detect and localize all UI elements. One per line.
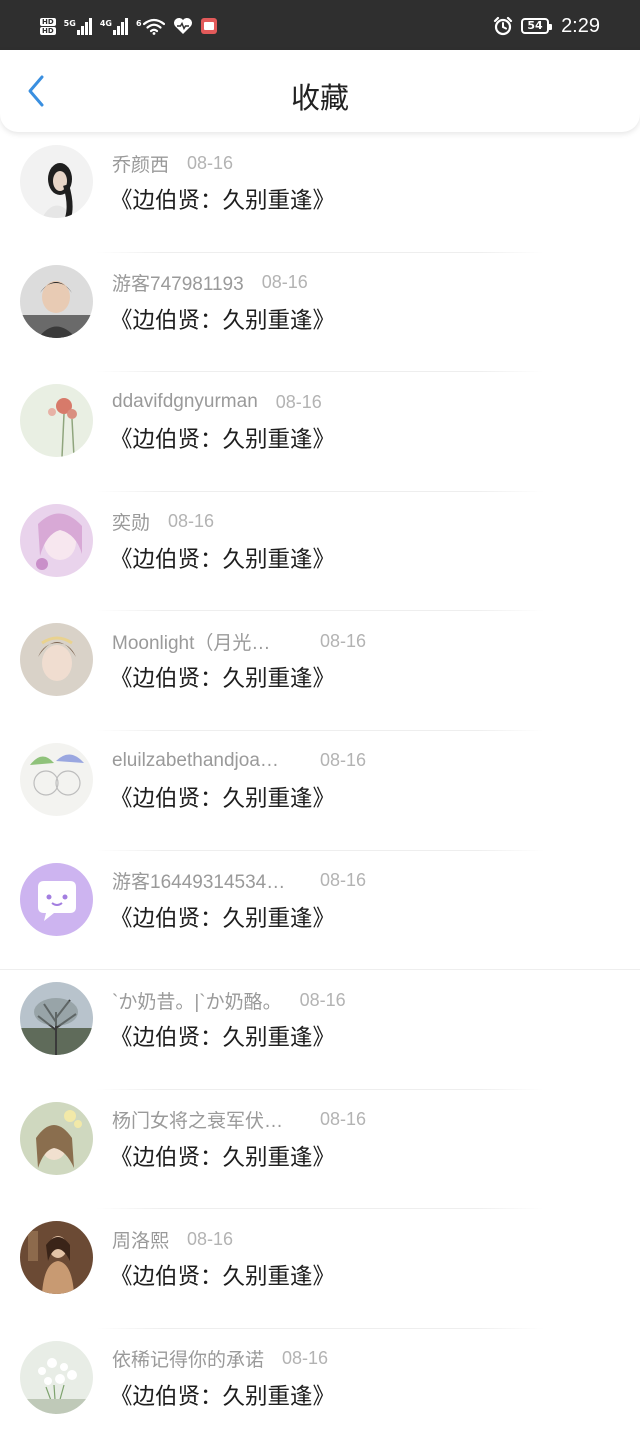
date: 08-16 <box>187 1228 234 1249</box>
book-title[interactable]: 《边伯贤：久别重逢》 <box>110 1379 335 1411</box>
hd-badge: HD <box>40 17 56 26</box>
username: Moonlight（月光… <box>112 632 271 654</box>
list-item[interactable]: 依稀记得你的承诺 08-16 《边伯贤：久别重逢》 <box>0 1329 640 1449</box>
book-title[interactable]: 《边伯贤：久别重逢》 <box>110 542 335 574</box>
date: 08-16 <box>299 989 346 1010</box>
book-title[interactable]: 《边伯贤：久别重逢》 <box>110 661 335 693</box>
date: 08-16 <box>261 272 308 293</box>
status-right: 54 2:29 <box>493 14 600 38</box>
avatar[interactable] <box>20 742 93 816</box>
status-left: HD HD 5G 4G 6 <box>40 14 217 38</box>
favorites-list: 乔颜西 08-16 《边伯贤：久别重逢》 游客747981193 08-16 《… <box>0 133 640 1449</box>
list-item[interactable]: 杨门女将之衰军伏… 08-16 《边伯贤：久别重逢》 <box>0 1090 640 1210</box>
date: 08-16 <box>168 511 215 532</box>
username: ddavifdgnyurman <box>112 391 258 413</box>
book-title[interactable]: 《边伯贤：久别重逢》 <box>110 901 335 933</box>
date: 08-16 <box>320 750 367 771</box>
list-item[interactable]: 乔颜西 08-16 《边伯贤：久别重逢》 <box>0 133 640 253</box>
status-time: 2:29 <box>561 14 600 37</box>
avatar[interactable] <box>20 503 93 577</box>
book-title[interactable]: 《边伯贤：久别重逢》 <box>110 1140 335 1172</box>
date: 08-16 <box>187 152 234 173</box>
date: 08-16 <box>320 870 367 891</box>
hd-badges: HD HD <box>40 17 56 35</box>
list-item[interactable]: 游客16449314534… 08-16 《边伯贤：久别重逢》 <box>0 851 640 971</box>
date: 08-16 <box>320 630 367 651</box>
signal-icon: 5G <box>63 17 92 35</box>
wifi-label: 6 <box>135 18 142 28</box>
avatar[interactable] <box>20 264 93 338</box>
username: 杨门女将之衰军伏… <box>112 1111 284 1133</box>
book-title[interactable]: 《边伯贤：久别重逢》 <box>110 303 335 335</box>
username: `か奶昔。|`か奶酪。 <box>112 991 282 1013</box>
list-item[interactable]: 周洛熙 08-16 《边伯贤：久别重逢》 <box>0 1209 640 1329</box>
book-title[interactable]: 《边伯贤：久别重逢》 <box>110 422 335 454</box>
wifi-icon: 6 <box>136 18 165 35</box>
network-type-label: 4G <box>99 18 112 28</box>
book-title[interactable]: 《边伯贤：久别重逢》 <box>110 781 335 813</box>
avatar[interactable] <box>20 1221 93 1295</box>
status-bar: HD HD 5G 4G 6 54 2:29 <box>0 0 640 50</box>
book-title[interactable]: 《边伯贤：久别重逢》 <box>110 1020 335 1052</box>
list-item[interactable]: Moonlight（月光… 08-16 《边伯贤：久别重逢》 <box>0 611 640 731</box>
chevron-left-icon <box>28 75 44 107</box>
username: 奕勋 <box>112 513 151 535</box>
book-app-icon <box>200 18 217 34</box>
hd-badge: HD <box>40 26 56 35</box>
nav-bar: 收藏 <box>0 50 640 132</box>
avatar[interactable] <box>20 1101 93 1175</box>
date: 08-16 <box>282 1348 329 1369</box>
battery-level: 54 <box>527 19 543 32</box>
book-title[interactable]: 《边伯贤：久别重逢》 <box>110 183 335 215</box>
back-button[interactable] <box>16 70 56 112</box>
avatar[interactable] <box>20 384 93 458</box>
list-item[interactable]: 奕勋 08-16 《边伯贤：久别重逢》 <box>0 492 640 612</box>
avatar[interactable] <box>20 145 93 218</box>
avatar[interactable] <box>20 623 93 697</box>
book-title[interactable]: 《边伯贤：久别重逢》 <box>110 1259 335 1291</box>
username: 游客16449314534… <box>112 872 286 894</box>
heart-icon <box>173 17 193 35</box>
avatar[interactable] <box>20 982 93 1056</box>
date: 08-16 <box>320 1109 367 1130</box>
list-item[interactable]: 游客747981193 08-16 《边伯贤：久别重逢》 <box>0 253 640 373</box>
username: 依稀记得你的承诺 <box>112 1350 265 1372</box>
avatar[interactable] <box>20 862 93 936</box>
date: 08-16 <box>275 391 322 412</box>
list-item[interactable]: ddavifdgnyurman 08-16 《边伯贤：久别重逢》 <box>0 372 640 492</box>
list-item[interactable]: `か奶昔。|`か奶酪。 08-16 《边伯贤：久别重逢》 <box>0 970 640 1090</box>
network-type-label: 5G <box>63 18 76 28</box>
username: eluilzabethandjoa… <box>112 749 279 771</box>
username: 游客747981193 <box>112 274 244 296</box>
username: 周洛熙 <box>112 1230 170 1252</box>
alarm-icon <box>493 16 513 36</box>
avatar[interactable] <box>20 1340 93 1414</box>
username: 乔颜西 <box>112 154 170 176</box>
list-item[interactable]: eluilzabethandjoa… 08-16 《边伯贤：久别重逢》 <box>0 731 640 851</box>
battery-icon: 54 <box>521 18 553 34</box>
signal-icon: 4G <box>99 17 128 35</box>
page-title: 收藏 <box>290 83 349 115</box>
